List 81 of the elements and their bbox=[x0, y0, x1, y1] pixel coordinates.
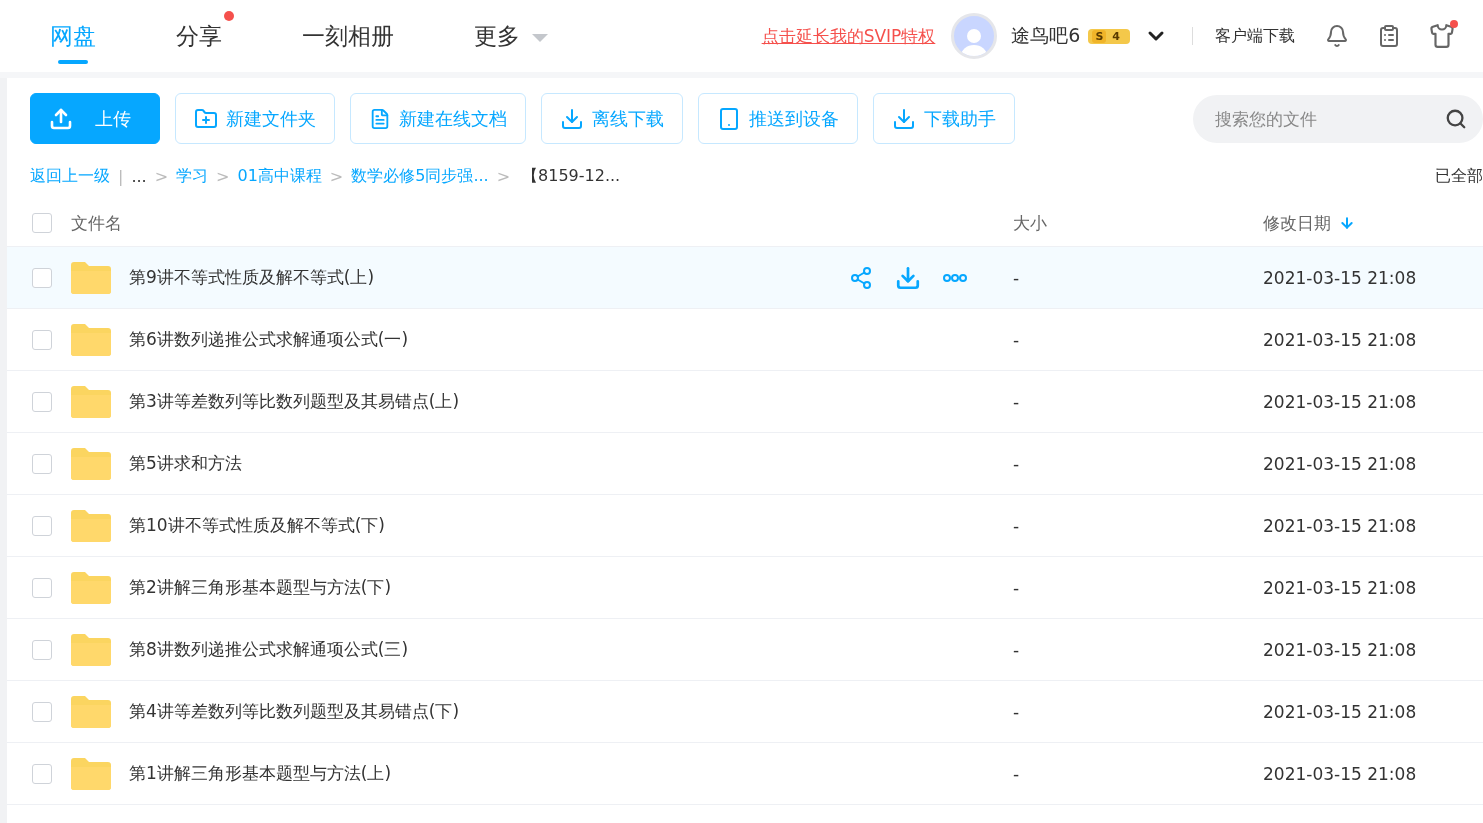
row-checkbox[interactable] bbox=[32, 763, 52, 784]
file-name[interactable]: 第1讲解三角形基本题型与方法(上) bbox=[129, 762, 392, 785]
modified-date: 2021-03-15 21:08 bbox=[1263, 639, 1418, 660]
breadcrumb-separator: > bbox=[216, 166, 230, 186]
modified-date: 2021-03-15 21:08 bbox=[1263, 763, 1418, 784]
bell-button[interactable] bbox=[1325, 24, 1349, 48]
download-icon bbox=[892, 106, 916, 131]
modified-date: 2021-03-15 21:08 bbox=[1263, 267, 1418, 288]
file-size: - bbox=[1012, 577, 1021, 598]
row-checkbox[interactable] bbox=[32, 515, 52, 536]
upload-icon bbox=[49, 106, 73, 131]
file-size: - bbox=[1012, 639, 1021, 660]
load-status: 已全部 bbox=[1435, 165, 1483, 187]
file-name[interactable]: 第6讲数列递推公式求解通项公式(一) bbox=[129, 328, 409, 351]
clipboard-button[interactable] bbox=[1377, 24, 1401, 48]
breadcrumb-separator: > bbox=[154, 166, 169, 186]
nav-tab[interactable]: 一刻相册 bbox=[302, 6, 394, 66]
file-name[interactable]: 第4讲等差数列等比数列题型及其易错点(下) bbox=[129, 700, 460, 723]
document-icon bbox=[369, 107, 391, 130]
user-name[interactable]: 途鸟吧6 bbox=[1011, 23, 1081, 49]
row-checkbox[interactable] bbox=[32, 701, 52, 722]
row-checkbox[interactable] bbox=[32, 577, 52, 598]
folder-icon bbox=[71, 695, 111, 728]
file-name[interactable]: 第2讲解三角形基本题型与方法(下) bbox=[129, 576, 392, 599]
file-name[interactable]: 第5讲求和方法 bbox=[129, 452, 242, 475]
avatar[interactable] bbox=[951, 13, 998, 59]
file-size: - bbox=[1012, 453, 1021, 474]
modified-date: 2021-03-15 21:08 bbox=[1263, 391, 1418, 412]
breadcrumb-link[interactable]: ... bbox=[131, 166, 147, 186]
file-row[interactable]: 第9讲不等式性质及解不等式(上) - 2021-03-15 21:08 bbox=[7, 247, 1483, 309]
breadcrumb-separator: > bbox=[496, 166, 511, 186]
file-name[interactable]: 第10讲不等式性质及解不等式(下) bbox=[129, 514, 385, 537]
row-checkbox[interactable] bbox=[32, 391, 52, 412]
file-size: - bbox=[1012, 515, 1021, 536]
file-name[interactable]: 第9讲不等式性质及解不等式(上) bbox=[129, 266, 375, 289]
breadcrumb-divider: | bbox=[118, 166, 124, 186]
file-size: - bbox=[1012, 701, 1021, 722]
share-button[interactable] bbox=[849, 264, 873, 291]
select-all-checkbox[interactable] bbox=[32, 213, 52, 233]
current-folder: 【8159-12... bbox=[522, 165, 621, 187]
column-header[interactable]: 修改日期 bbox=[1263, 211, 1331, 235]
file-size: - bbox=[1012, 329, 1021, 350]
file-size: - bbox=[1012, 391, 1021, 412]
download-icon bbox=[895, 264, 921, 291]
download-icon bbox=[560, 106, 584, 131]
nav-tab[interactable]: 更多 bbox=[474, 6, 548, 66]
column-header[interactable]: 文件名 bbox=[71, 211, 1003, 235]
shirt-button[interactable] bbox=[1429, 23, 1455, 49]
download-button[interactable] bbox=[895, 264, 921, 291]
column-header[interactable]: 大小 bbox=[1003, 211, 1263, 235]
modified-date: 2021-03-15 21:08 bbox=[1263, 515, 1418, 536]
file-name[interactable]: 第8讲数列递推公式求解通项公式(三) bbox=[129, 638, 409, 661]
folder-icon bbox=[71, 509, 111, 542]
folder-icon bbox=[71, 447, 111, 480]
search-field[interactable]: 搜索您的文件 bbox=[1193, 94, 1483, 143]
share-icon bbox=[849, 265, 873, 290]
row-checkbox[interactable] bbox=[32, 267, 52, 288]
folder-icon bbox=[71, 261, 111, 294]
folder-plus-icon bbox=[194, 106, 218, 131]
row-checkbox[interactable] bbox=[32, 453, 52, 474]
modified-date: 2021-03-15 21:08 bbox=[1263, 329, 1418, 350]
file-name[interactable]: 第3讲等差数列等比数列题型及其易错点(上) bbox=[129, 390, 460, 413]
row-checkbox[interactable] bbox=[32, 639, 52, 660]
folder-icon bbox=[71, 757, 111, 790]
breadcrumb-separator: > bbox=[329, 166, 344, 186]
file-size: - bbox=[1012, 267, 1021, 288]
folder-icon bbox=[71, 323, 111, 356]
tablet-icon bbox=[717, 106, 741, 131]
folder-icon bbox=[71, 633, 111, 666]
search-icon[interactable] bbox=[1445, 107, 1467, 130]
modified-date: 2021-03-15 21:08 bbox=[1263, 453, 1418, 474]
row-checkbox[interactable] bbox=[32, 329, 52, 350]
client-download-link[interactable]: 客户端下载 bbox=[1215, 25, 1295, 47]
file-size: - bbox=[1012, 763, 1021, 784]
folder-icon bbox=[71, 385, 111, 418]
modified-date: 2021-03-15 21:08 bbox=[1263, 701, 1418, 722]
vip-badge: S 4 bbox=[1088, 28, 1130, 44]
modified-date: 2021-03-15 21:08 bbox=[1263, 577, 1418, 598]
nav-tab[interactable]: 分享 bbox=[176, 6, 222, 66]
more-icon bbox=[943, 273, 967, 282]
folder-icon bbox=[71, 571, 111, 604]
